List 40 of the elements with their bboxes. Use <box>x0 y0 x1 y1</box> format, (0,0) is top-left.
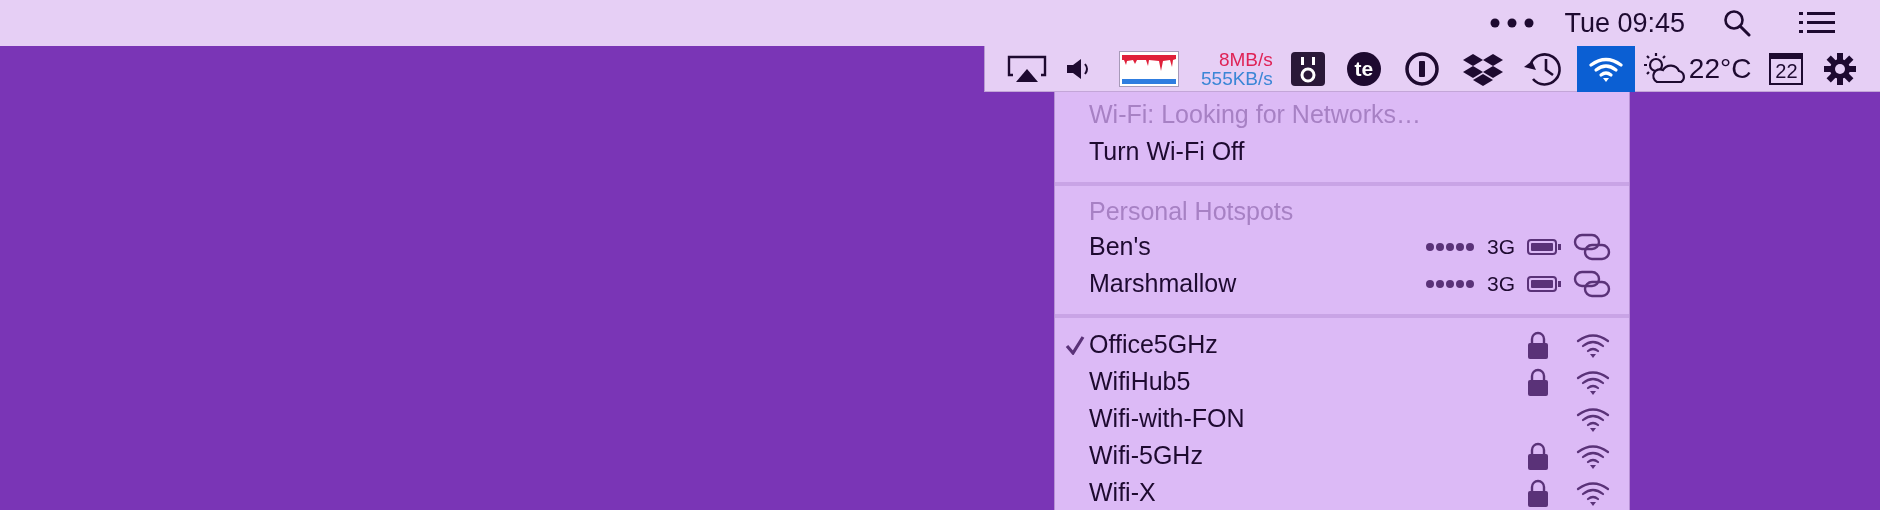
list-icon[interactable] <box>1799 11 1835 35</box>
calendar-icon[interactable]: 22 <box>1769 52 1804 85</box>
menu-item: Wi-Fi: Looking for Networks… <box>1088 99 1423 130</box>
network-menu-item[interactable]: Wifi-with-FON <box>1089 404 1245 433</box>
download-speed: 555KB/s <box>1201 68 1273 88</box>
network-type-text: 3G <box>1487 234 1515 259</box>
airplay-icon[interactable] <box>1007 54 1047 83</box>
app-badge-icon[interactable]: te <box>1346 51 1381 86</box>
lock-icon <box>1527 478 1549 507</box>
network-menu-item[interactable]: WifiHub5 <box>1089 367 1191 396</box>
network-graph-icon[interactable] <box>1119 50 1179 87</box>
network-type-text: 3G <box>1487 271 1515 296</box>
menu-item[interactable]: Turn Wi-Fi Off <box>1055 133 1629 170</box>
network-menu-item[interactable]: Wifi-5GHz <box>1089 441 1203 470</box>
lock-icon <box>1527 367 1549 396</box>
section-header: Personal Hotspots <box>1088 195 1295 227</box>
link-icon <box>1573 232 1611 261</box>
more-icon[interactable] <box>1490 18 1535 28</box>
search-icon[interactable] <box>1723 9 1751 37</box>
plug-icon[interactable] <box>1290 51 1325 86</box>
temperature-text[interactable]: 22°C <box>1688 52 1752 85</box>
upload-speed: 8MB/s <box>1218 49 1273 69</box>
signal-dots-icon <box>1425 278 1475 289</box>
link-icon <box>1573 269 1611 298</box>
network-menu-item[interactable]: Wifi-X <box>1089 478 1156 507</box>
lock-icon <box>1527 330 1549 359</box>
settings-icon[interactable] <box>1823 51 1858 86</box>
battery-icon <box>1527 238 1561 255</box>
clock-text[interactable]: Tue 09:45 <box>1564 7 1685 39</box>
speaker-icon[interactable] <box>1065 56 1091 81</box>
signal-dots-icon <box>1425 241 1475 252</box>
box-icon[interactable] <box>1462 51 1503 86</box>
lock-icon <box>1527 441 1549 470</box>
hotspot-menu-item[interactable]: Ben's <box>1089 232 1151 261</box>
network-menu-item[interactable]: Office5GHz <box>1089 330 1218 359</box>
check-icon <box>1065 334 1085 355</box>
keyhole-icon[interactable] <box>1404 51 1439 86</box>
battery-icon <box>1527 275 1561 292</box>
hotspot-menu-item[interactable]: Marshmallow <box>1089 269 1237 298</box>
clock-history-icon[interactable] <box>1522 50 1563 87</box>
